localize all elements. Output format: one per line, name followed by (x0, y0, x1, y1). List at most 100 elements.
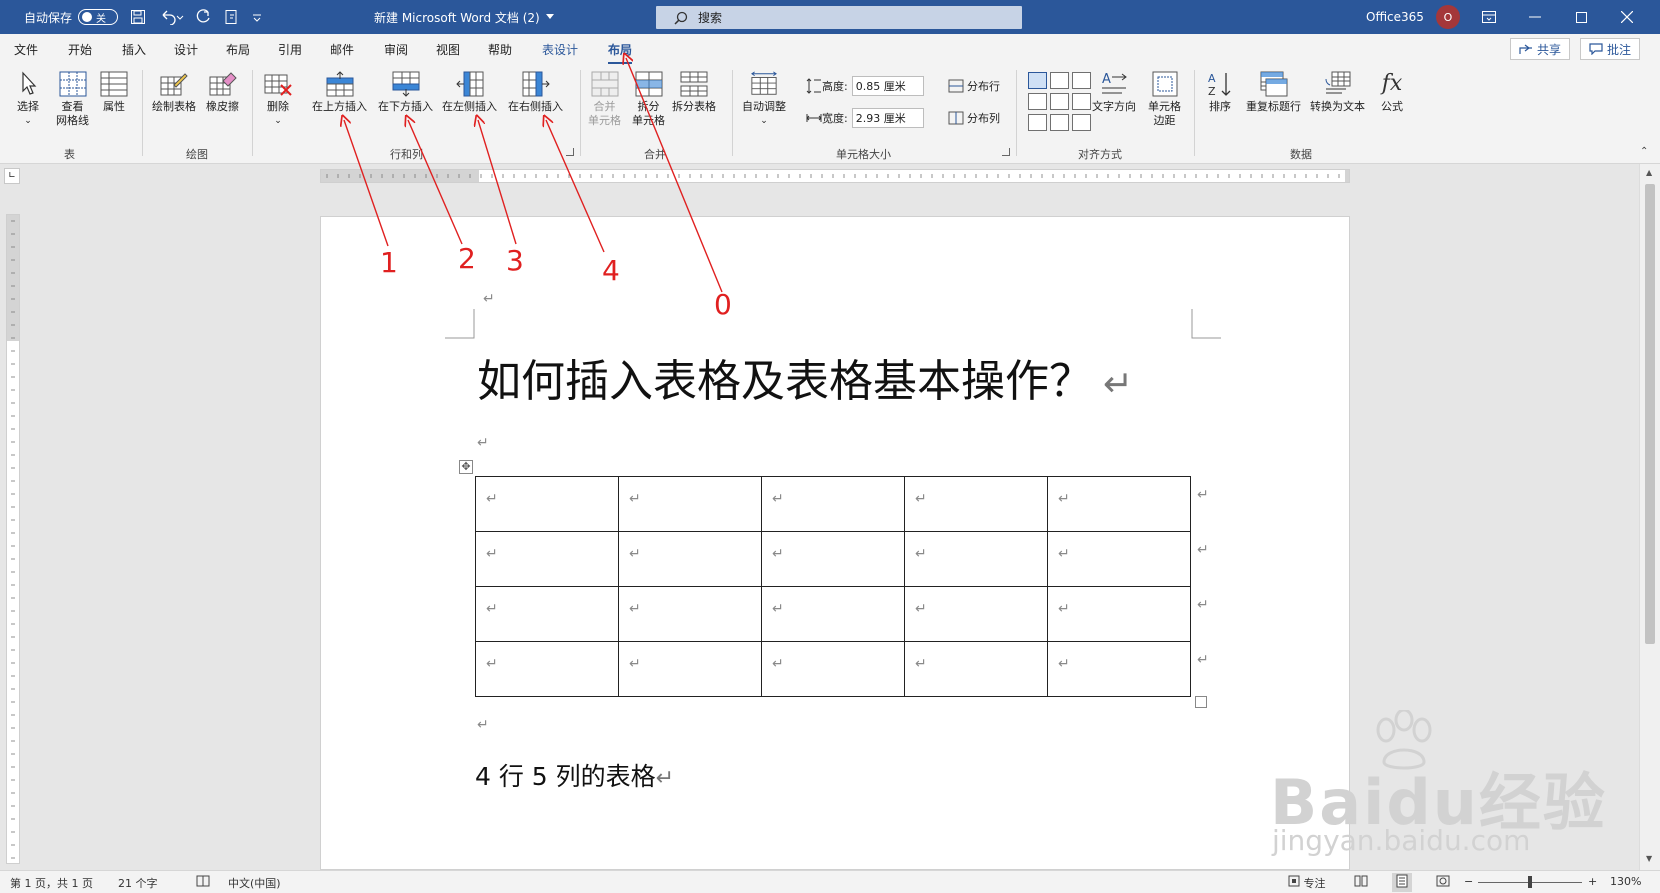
autofit-button[interactable]: 自动调整 ⌄ (742, 70, 786, 128)
align-middle-center-icon[interactable] (1050, 93, 1069, 110)
insert-right-button[interactable]: 在右侧插入 (508, 70, 563, 114)
align-middle-left-icon[interactable] (1028, 93, 1047, 110)
document-heading[interactable]: 如何插入表格及表格基本操作？ ↵ (477, 345, 1133, 409)
save-icon[interactable] (130, 0, 146, 34)
distribute-columns-button[interactable]: 分布列 (948, 110, 1000, 126)
zoom-out-button[interactable]: − (1464, 875, 1473, 888)
page-count[interactable]: 第 1 页，共 1 页 (10, 875, 93, 891)
tab-selector[interactable]: ∟ (4, 168, 20, 184)
table-cell[interactable]: ↵ (1047, 641, 1191, 697)
word-count[interactable]: 21 个字 (118, 875, 158, 891)
zoom-level[interactable]: 130% (1610, 875, 1641, 888)
insert-below-button[interactable]: 在下方插入 (378, 70, 433, 114)
avatar[interactable]: O (1436, 5, 1460, 29)
formula-button[interactable]: fx 公式 (1378, 70, 1406, 114)
select-button[interactable]: 选择 ⌄ (14, 70, 42, 128)
align-top-left-icon[interactable] (1028, 72, 1047, 89)
tab-references[interactable]: 引用 (278, 41, 302, 58)
text-direction-button[interactable]: A 文字方向 (1092, 70, 1136, 114)
scroll-up-icon[interactable]: ▲ (1646, 168, 1652, 177)
tab-table-layout[interactable]: 布局 (608, 41, 633, 64)
align-bottom-right-icon[interactable] (1072, 114, 1091, 131)
align-bottom-center-icon[interactable] (1050, 114, 1069, 131)
insert-above-button[interactable]: 在上方插入 (312, 70, 367, 114)
document-title[interactable]: 新建 Microsoft Word 文档 (2) (374, 0, 554, 34)
touch-mode-icon[interactable] (224, 0, 240, 34)
tab-view[interactable]: 视图 (436, 41, 460, 58)
zoom-slider-thumb[interactable] (1528, 876, 1532, 888)
vertical-ruler[interactable] (6, 214, 20, 864)
table-cell[interactable]: ↵ (761, 476, 905, 532)
split-table-button[interactable]: 拆分表格 (672, 70, 716, 114)
language[interactable]: 中文(中国) (228, 875, 281, 891)
autosave[interactable]: 自动保存 关 (24, 0, 119, 34)
search-input[interactable]: 搜索 (656, 6, 1022, 29)
table-cell[interactable]: ↵ (475, 641, 619, 697)
zoom-in-button[interactable]: + (1588, 875, 1597, 888)
proofing-icon[interactable] (196, 875, 210, 890)
read-mode-icon[interactable] (1354, 875, 1368, 890)
tab-file[interactable]: 文件 (14, 41, 38, 58)
table-cell[interactable]: ↵ (761, 531, 905, 587)
comments-button[interactable]: 批注 (1580, 38, 1641, 60)
convert-to-text-button[interactable]: 转换为文本 (1310, 70, 1365, 114)
table-cell[interactable]: ↵ (761, 641, 905, 697)
horizontal-ruler[interactable] (320, 169, 1350, 183)
close-button[interactable] (1604, 0, 1650, 34)
tab-review[interactable]: 审阅 (384, 41, 408, 58)
table-cell[interactable]: ↵ (1047, 531, 1191, 587)
table-cell[interactable]: ↵ (475, 531, 619, 587)
redo-icon[interactable] (196, 0, 212, 34)
table-cell[interactable]: ↵ (1047, 586, 1191, 642)
table-cell[interactable]: ↵ (618, 586, 762, 642)
align-top-right-icon[interactable] (1072, 72, 1091, 89)
dialog-launcher-icon[interactable] (566, 148, 574, 156)
vertical-scrollbar[interactable]: ▲ ▼ (1639, 164, 1660, 870)
ribbon-display-icon[interactable] (1466, 0, 1512, 34)
repeat-header-rows-button[interactable]: 重复标题行 (1246, 70, 1301, 114)
autosave-toggle[interactable]: 关 (78, 9, 119, 25)
align-top-center-icon[interactable] (1050, 72, 1069, 89)
table-cell[interactable]: ↵ (904, 586, 1048, 642)
maximize-button[interactable] (1558, 0, 1604, 34)
table-move-handle-icon[interactable]: ✥ (459, 460, 473, 474)
tab-insert[interactable]: 插入 (122, 41, 146, 58)
align-middle-right-icon[interactable] (1072, 93, 1091, 110)
properties-button[interactable]: 属性 (100, 70, 128, 114)
table-cell[interactable]: ↵ (761, 586, 905, 642)
tab-help[interactable]: 帮助 (488, 41, 512, 58)
customize-toolbar-icon[interactable] (252, 0, 262, 34)
minimize-button[interactable] (1512, 0, 1558, 34)
tab-table-design[interactable]: 表设计 (542, 41, 578, 58)
scroll-down-icon[interactable]: ▼ (1646, 854, 1652, 863)
undo-icon[interactable] (160, 0, 184, 34)
table-cell[interactable]: ↵ (618, 641, 762, 697)
collapse-ribbon-icon[interactable]: ⌃ (1640, 146, 1648, 157)
view-gridlines-button[interactable]: 查看 网格线 (56, 70, 89, 128)
table-cell[interactable]: ↵ (475, 476, 619, 532)
table-cell[interactable]: ↵ (1047, 476, 1191, 532)
table-cell[interactable]: ↵ (618, 531, 762, 587)
print-layout-icon[interactable] (1392, 873, 1412, 892)
scrollbar-thumb[interactable] (1645, 184, 1655, 644)
table-cell[interactable]: ↵ (618, 476, 762, 532)
draw-table-button[interactable]: 绘制表格 (152, 70, 196, 114)
focus-mode-button[interactable]: 专注 (1288, 875, 1326, 891)
distribute-rows-button[interactable]: 分布行 (948, 78, 1000, 94)
merge-cells-button[interactable]: 合并 单元格 (588, 70, 621, 128)
row-height-input[interactable]: 0.85 厘米 (851, 76, 924, 96)
table-cell[interactable]: ↵ (904, 531, 1048, 587)
delete-button[interactable]: 删除 ⌄ (264, 70, 292, 128)
tab-design[interactable]: 设计 (174, 41, 198, 58)
insert-left-button[interactable]: 在左侧插入 (442, 70, 497, 114)
tab-mailings[interactable]: 邮件 (330, 41, 354, 58)
tab-layout[interactable]: 布局 (226, 41, 250, 58)
document-table[interactable]: ↵ ↵ ↵ ↵ ↵ ↵ ↵ ↵ ↵ ↵ ↵ ↵ ↵ ↵ ↵ ↵ ↵ ↵ ↵ ↵ (475, 476, 1191, 697)
dialog-launcher-icon[interactable] (1002, 148, 1010, 156)
table-cell[interactable]: ↵ (904, 476, 1048, 532)
sort-button[interactable]: AZ 排序 (1206, 70, 1234, 114)
table-resize-handle[interactable] (1195, 696, 1207, 708)
document-page[interactable]: ↵ 如何插入表格及表格基本操作？ ↵ ↵ ✥ ↵ ↵ ↵ ↵ ↵ ↵ ↵ ↵ ↵ ↵ ↵ ↵ ↵ ↵ ↵ ↵ ↵ ↵… (320, 216, 1350, 870)
split-cells-button[interactable]: 拆分 单元格 (632, 70, 665, 128)
align-bottom-left-icon[interactable] (1028, 114, 1047, 131)
